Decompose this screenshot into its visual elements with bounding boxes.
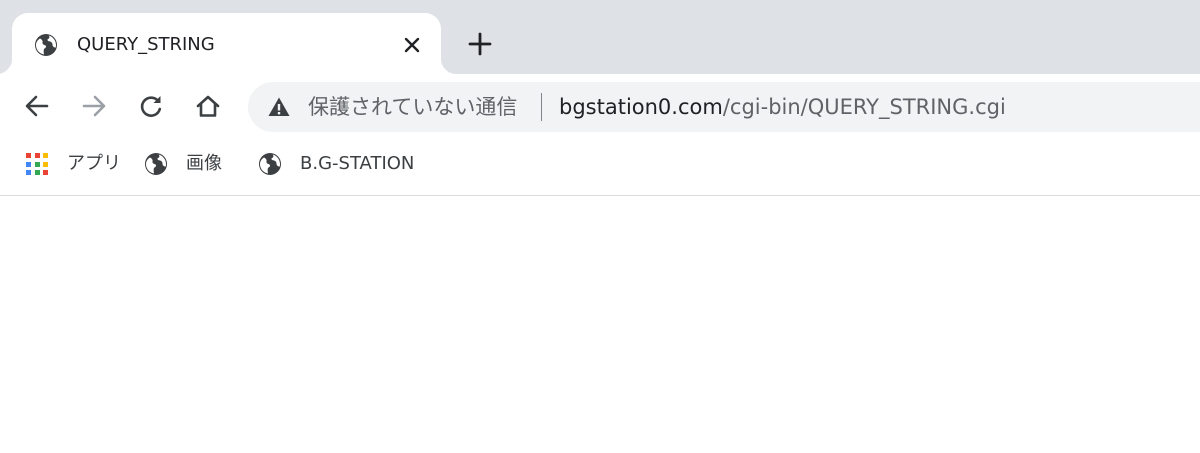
close-icon[interactable] [400,33,424,57]
security-status-text[interactable]: 保護されていない通信 [308,82,517,132]
home-icon[interactable] [194,92,222,120]
address-bar[interactable]: 保護されていない通信 bgstation0.com/cgi-bin/QUERY_… [248,82,1200,132]
bookmark-label: アプリ [67,153,121,174]
bookmark-images[interactable]: 画像 [144,151,234,177]
omnibox-divider [541,93,542,121]
globe-icon [144,152,168,176]
arrow-right-icon[interactable] [80,92,108,120]
tab-active[interactable]: QUERY_STRING [0,13,457,74]
reload-icon[interactable] [137,92,165,120]
globe-icon [34,33,58,57]
bookmark-bg-station[interactable]: B.G-STATION [258,151,433,177]
url-text[interactable]: bgstation0.com/cgi-bin/QUERY_STRING.cgi [559,82,1006,132]
tab-strip: QUERY_STRING [0,0,1200,74]
toolbar: 保護されていない通信 bgstation0.com/cgi-bin/QUERY_… [0,74,1200,138]
globe-icon [258,152,282,176]
arrow-left-icon[interactable] [23,92,51,120]
bookmark-label: B.G-STATION [300,153,415,174]
url-path: /cgi-bin/QUERY_STRING.cgi [722,95,1006,119]
page-content [0,197,1200,453]
bookmarks-bar: アプリ 画像 B.G-STATION [0,138,1200,196]
plus-icon[interactable] [466,30,494,58]
url-host: bgstation0.com [559,95,723,119]
warning-icon[interactable] [267,95,291,119]
bookmark-apps[interactable]: アプリ [25,151,121,177]
apps-grid-icon [25,152,49,176]
tab-title: QUERY_STRING [77,34,215,55]
bookmark-label: 画像 [186,153,222,174]
